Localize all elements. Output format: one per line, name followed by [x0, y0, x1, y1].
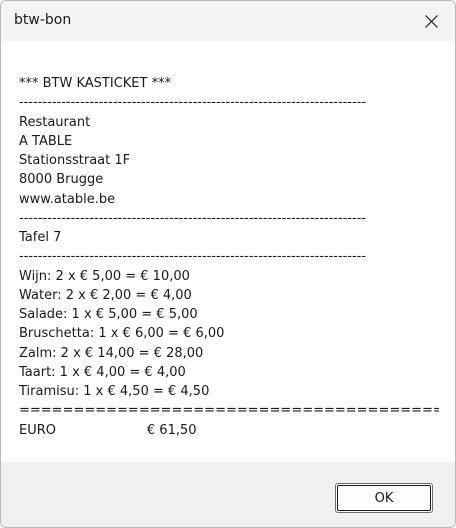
- receipt-item: Salade: 1 x € 5,00 = € 5,00: [19, 307, 198, 322]
- dialog-footer: OK: [1, 462, 455, 527]
- dialog-window: btw-bon *** BTW KASTICKET *** ----------…: [0, 0, 456, 528]
- receipt-item: Wijn: 2 x € 5,00 = € 10,00: [19, 268, 190, 284]
- receipt-total: EURO € 61,50: [19, 422, 197, 438]
- receipt-website: www.atable.be: [19, 191, 116, 207]
- dialog-content: *** BTW KASTICKET *** ------------------…: [1, 41, 455, 462]
- ok-button[interactable]: OK: [335, 483, 433, 513]
- window-title: btw-bon: [14, 12, 72, 28]
- close-icon: [425, 15, 438, 28]
- receipt-heading: *** BTW KASTICKET ***: [19, 76, 172, 91]
- receipt-separator: ----------------------------------------…: [19, 95, 367, 111]
- receipt-business-type: Restaurant: [19, 114, 91, 130]
- receipt-item: Tiramisu: 1 x € 4,50 = € 4,50: [19, 384, 210, 399]
- receipt-separator: ----------------------------------------…: [19, 210, 367, 226]
- receipt-item: Water: 2 x € 2,00 = € 4,00: [19, 287, 192, 303]
- receipt-item: Bruschetta: 1 x € 6,00 = € 6,00: [19, 326, 225, 342]
- receipt-separator: ----------------------------------------…: [19, 249, 367, 265]
- receipt-street: Stationsstraat 1F: [19, 153, 131, 168]
- title-bar: btw-bon: [1, 1, 455, 41]
- receipt-restaurant-name: A TABLE: [19, 133, 73, 149]
- receipt-table: Tafel 7: [19, 230, 62, 245]
- close-button[interactable]: [409, 1, 455, 41]
- receipt-city: 8000 Brugge: [19, 172, 104, 188]
- receipt-item: Taart: 1 x € 4,00 = € 4,00: [19, 364, 186, 380]
- receipt-item: Zalm: 2 x € 14,00 = € 28,00: [19, 345, 204, 361]
- receipt-total-separator: =======================================: [19, 403, 439, 419]
- receipt-text: *** BTW KASTICKET *** ------------------…: [19, 74, 439, 440]
